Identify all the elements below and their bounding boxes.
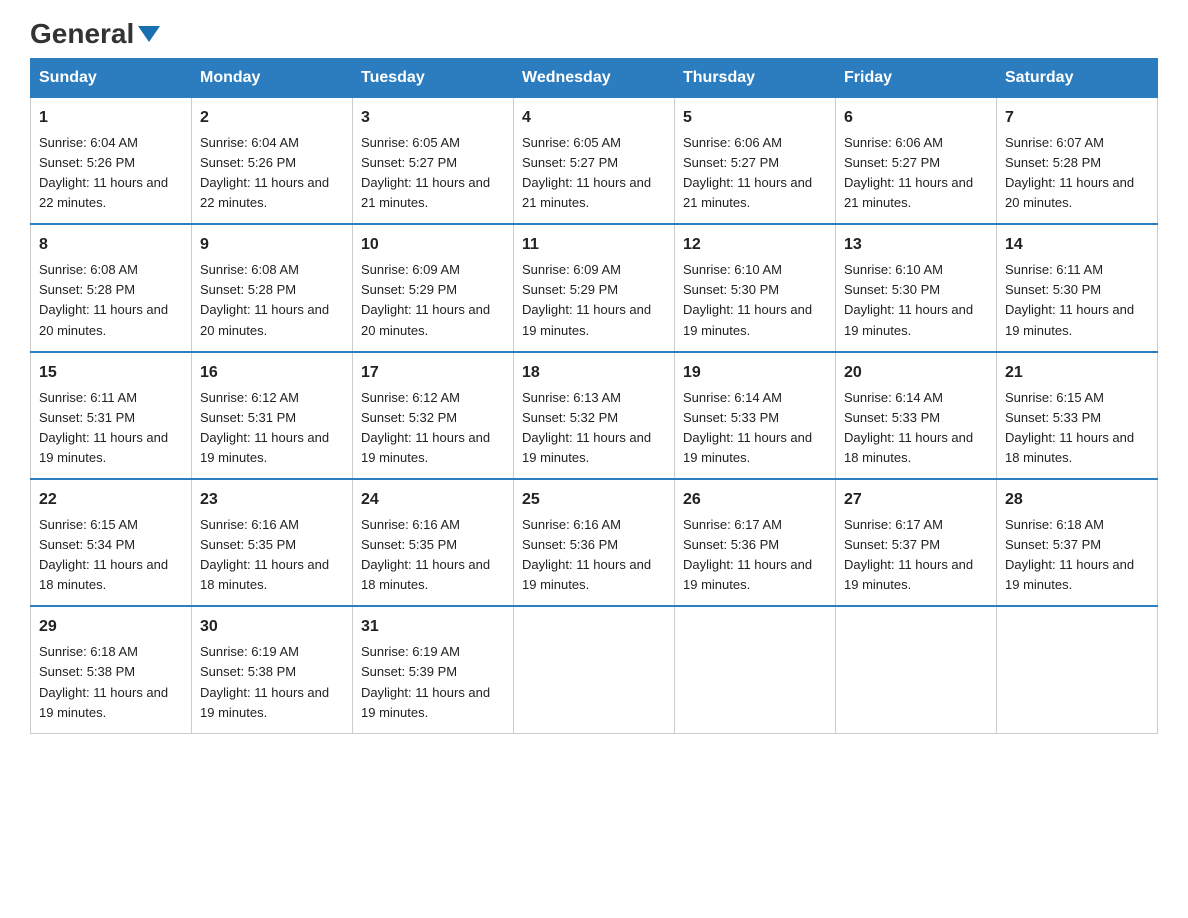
day-number: 5 [683, 106, 827, 131]
logo-triangle-icon [138, 26, 160, 47]
calendar-cell: 12Sunrise: 6:10 AMSunset: 5:30 PMDayligh… [675, 224, 836, 351]
calendar-cell: 1Sunrise: 6:04 AMSunset: 5:26 PMDaylight… [31, 98, 192, 225]
page-header: General [30, 20, 1158, 48]
calendar-cell: 11Sunrise: 6:09 AMSunset: 5:29 PMDayligh… [514, 224, 675, 351]
calendar-cell: 16Sunrise: 6:12 AMSunset: 5:31 PMDayligh… [192, 352, 353, 479]
calendar-cell: 30Sunrise: 6:19 AMSunset: 5:38 PMDayligh… [192, 606, 353, 733]
calendar-cell: 27Sunrise: 6:17 AMSunset: 5:37 PMDayligh… [836, 479, 997, 606]
day-number: 18 [522, 361, 666, 386]
calendar-cell: 6Sunrise: 6:06 AMSunset: 5:27 PMDaylight… [836, 98, 997, 225]
day-number: 13 [844, 233, 988, 258]
calendar-cell: 26Sunrise: 6:17 AMSunset: 5:36 PMDayligh… [675, 479, 836, 606]
day-number: 22 [39, 488, 183, 513]
calendar-cell: 4Sunrise: 6:05 AMSunset: 5:27 PMDaylight… [514, 98, 675, 225]
day-number: 29 [39, 615, 183, 640]
day-number: 26 [683, 488, 827, 513]
day-number: 30 [200, 615, 344, 640]
day-number: 11 [522, 233, 666, 258]
calendar-cell: 28Sunrise: 6:18 AMSunset: 5:37 PMDayligh… [997, 479, 1158, 606]
calendar-cell: 31Sunrise: 6:19 AMSunset: 5:39 PMDayligh… [353, 606, 514, 733]
calendar-cell: 13Sunrise: 6:10 AMSunset: 5:30 PMDayligh… [836, 224, 997, 351]
day-number: 20 [844, 361, 988, 386]
day-number: 28 [1005, 488, 1149, 513]
calendar-cell: 25Sunrise: 6:16 AMSunset: 5:36 PMDayligh… [514, 479, 675, 606]
calendar-cell: 14Sunrise: 6:11 AMSunset: 5:30 PMDayligh… [997, 224, 1158, 351]
day-number: 7 [1005, 106, 1149, 131]
logo: General [30, 20, 160, 48]
day-number: 9 [200, 233, 344, 258]
day-number: 12 [683, 233, 827, 258]
weekday-header-sunday: Sunday [31, 59, 192, 98]
weekday-header-thursday: Thursday [675, 59, 836, 98]
calendar-cell [836, 606, 997, 733]
day-number: 8 [39, 233, 183, 258]
day-number: 25 [522, 488, 666, 513]
day-number: 17 [361, 361, 505, 386]
calendar-table: SundayMondayTuesdayWednesdayThursdayFrid… [30, 58, 1158, 734]
day-number: 6 [844, 106, 988, 131]
calendar-cell: 21Sunrise: 6:15 AMSunset: 5:33 PMDayligh… [997, 352, 1158, 479]
calendar-cell: 18Sunrise: 6:13 AMSunset: 5:32 PMDayligh… [514, 352, 675, 479]
day-number: 21 [1005, 361, 1149, 386]
calendar-cell: 22Sunrise: 6:15 AMSunset: 5:34 PMDayligh… [31, 479, 192, 606]
day-number: 31 [361, 615, 505, 640]
calendar-cell: 23Sunrise: 6:16 AMSunset: 5:35 PMDayligh… [192, 479, 353, 606]
weekday-header-friday: Friday [836, 59, 997, 98]
calendar-cell: 8Sunrise: 6:08 AMSunset: 5:28 PMDaylight… [31, 224, 192, 351]
calendar-cell: 24Sunrise: 6:16 AMSunset: 5:35 PMDayligh… [353, 479, 514, 606]
calendar-week-row: 29Sunrise: 6:18 AMSunset: 5:38 PMDayligh… [31, 606, 1158, 733]
calendar-cell: 7Sunrise: 6:07 AMSunset: 5:28 PMDaylight… [997, 98, 1158, 225]
day-number: 4 [522, 106, 666, 131]
calendar-cell: 29Sunrise: 6:18 AMSunset: 5:38 PMDayligh… [31, 606, 192, 733]
day-number: 10 [361, 233, 505, 258]
calendar-cell: 15Sunrise: 6:11 AMSunset: 5:31 PMDayligh… [31, 352, 192, 479]
day-number: 1 [39, 106, 183, 131]
day-number: 23 [200, 488, 344, 513]
calendar-week-row: 8Sunrise: 6:08 AMSunset: 5:28 PMDaylight… [31, 224, 1158, 351]
calendar-cell: 2Sunrise: 6:04 AMSunset: 5:26 PMDaylight… [192, 98, 353, 225]
logo-text-general: General [30, 20, 134, 48]
calendar-cell [514, 606, 675, 733]
day-number: 16 [200, 361, 344, 386]
day-number: 24 [361, 488, 505, 513]
day-number: 19 [683, 361, 827, 386]
calendar-week-row: 1Sunrise: 6:04 AMSunset: 5:26 PMDaylight… [31, 98, 1158, 225]
calendar-week-row: 22Sunrise: 6:15 AMSunset: 5:34 PMDayligh… [31, 479, 1158, 606]
calendar-cell: 17Sunrise: 6:12 AMSunset: 5:32 PMDayligh… [353, 352, 514, 479]
weekday-header-monday: Monday [192, 59, 353, 98]
day-number: 2 [200, 106, 344, 131]
calendar-header-row: SundayMondayTuesdayWednesdayThursdayFrid… [31, 59, 1158, 98]
calendar-week-row: 15Sunrise: 6:11 AMSunset: 5:31 PMDayligh… [31, 352, 1158, 479]
calendar-cell: 10Sunrise: 6:09 AMSunset: 5:29 PMDayligh… [353, 224, 514, 351]
day-number: 27 [844, 488, 988, 513]
calendar-cell: 9Sunrise: 6:08 AMSunset: 5:28 PMDaylight… [192, 224, 353, 351]
calendar-cell: 3Sunrise: 6:05 AMSunset: 5:27 PMDaylight… [353, 98, 514, 225]
calendar-cell [675, 606, 836, 733]
weekday-header-saturday: Saturday [997, 59, 1158, 98]
calendar-cell: 19Sunrise: 6:14 AMSunset: 5:33 PMDayligh… [675, 352, 836, 479]
day-number: 3 [361, 106, 505, 131]
calendar-cell: 20Sunrise: 6:14 AMSunset: 5:33 PMDayligh… [836, 352, 997, 479]
day-number: 14 [1005, 233, 1149, 258]
day-number: 15 [39, 361, 183, 386]
calendar-cell: 5Sunrise: 6:06 AMSunset: 5:27 PMDaylight… [675, 98, 836, 225]
calendar-cell [997, 606, 1158, 733]
weekday-header-wednesday: Wednesday [514, 59, 675, 98]
weekday-header-tuesday: Tuesday [353, 59, 514, 98]
